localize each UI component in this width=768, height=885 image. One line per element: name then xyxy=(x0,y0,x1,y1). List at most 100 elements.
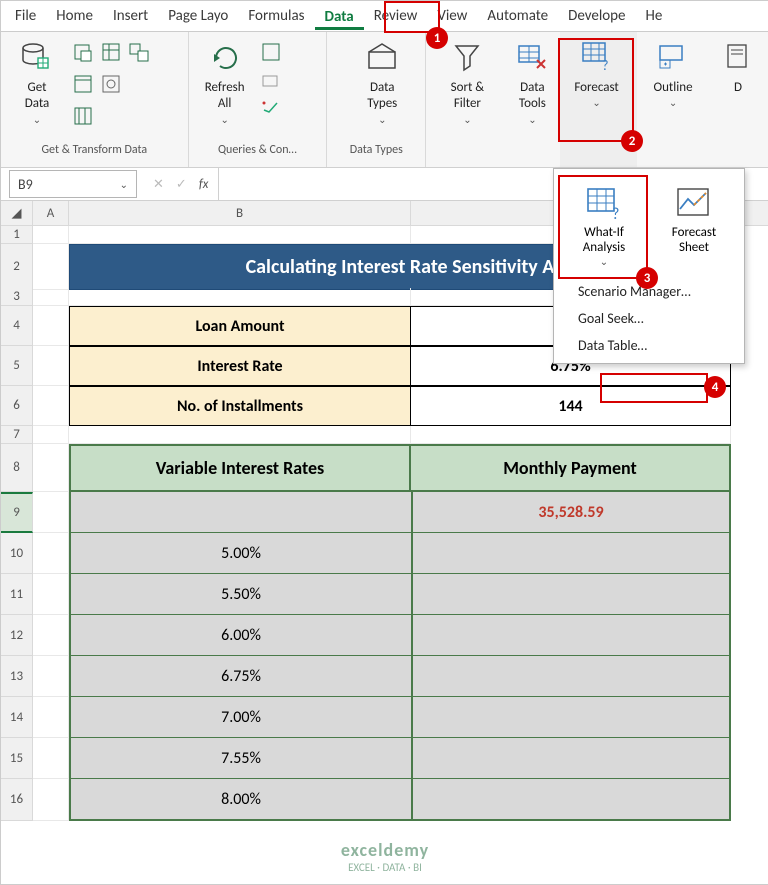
cell[interactable] xyxy=(33,426,69,444)
cell[interactable] xyxy=(33,574,69,615)
dt-cell-b[interactable]: 7.00% xyxy=(69,697,411,738)
cell[interactable] xyxy=(33,226,69,244)
tab-data[interactable]: Data xyxy=(315,4,364,30)
dt-cell-c[interactable] xyxy=(411,738,731,779)
row-header[interactable]: 3 xyxy=(1,288,33,306)
cell[interactable] xyxy=(33,615,69,656)
cancel-icon[interactable]: ✕ xyxy=(153,177,164,192)
tab-home[interactable]: Home xyxy=(46,3,103,29)
cell[interactable] xyxy=(411,426,731,444)
scenario-manager-item[interactable]: Scenario Manager… xyxy=(564,278,734,305)
loan-amount-label[interactable]: Loan Amount xyxy=(69,306,411,346)
q2-icon[interactable] xyxy=(261,74,281,92)
cell[interactable] xyxy=(33,533,69,574)
data-types-button[interactable]: Data Types ⌄ xyxy=(352,36,412,141)
q1-icon[interactable] xyxy=(261,42,281,66)
formula-bar-buttons[interactable]: ✕ ✓ fx xyxy=(143,168,219,200)
chevron-down-icon[interactable]: ⌄ xyxy=(120,178,128,191)
cell[interactable] xyxy=(33,306,69,346)
source2-icon[interactable] xyxy=(101,42,121,66)
dt-header-payment[interactable]: Monthly Payment xyxy=(411,444,731,492)
dt-cell-b[interactable]: 6.00% xyxy=(69,615,411,656)
source3-icon[interactable] xyxy=(129,42,149,66)
q3-icon[interactable] xyxy=(261,100,281,118)
extra-button[interactable]: D xyxy=(713,36,763,141)
queries-misc[interactable] xyxy=(255,36,287,124)
row-header[interactable]: 5 xyxy=(1,346,33,386)
row-header[interactable]: 2 xyxy=(1,244,33,290)
cell[interactable] xyxy=(33,346,69,386)
row-header[interactable]: 11 xyxy=(1,574,33,615)
data-table-item[interactable]: Data Table… xyxy=(564,332,734,359)
row-header[interactable]: 12 xyxy=(1,615,33,656)
table-row[interactable]: 13 6.75% xyxy=(1,656,768,697)
dt-header-rates[interactable]: Variable Interest Rates xyxy=(69,444,411,492)
row-header[interactable]: 8 xyxy=(1,444,33,492)
dt-cell-c[interactable] xyxy=(411,574,731,615)
cell[interactable] xyxy=(33,656,69,697)
dt-cell-b[interactable]: 6.75% xyxy=(69,656,411,697)
cell[interactable] xyxy=(33,779,69,821)
tab-review[interactable]: Review xyxy=(364,3,428,29)
cell[interactable] xyxy=(69,426,411,444)
tab-developer[interactable]: Develope xyxy=(558,3,635,29)
cell[interactable] xyxy=(33,492,69,533)
ribbon-tabs[interactable]: File Home Insert Page Layo Formulas Data… xyxy=(1,1,768,32)
row-header[interactable]: 9 xyxy=(1,492,33,533)
dt-cell-c[interactable] xyxy=(411,779,731,821)
table-row[interactable]: 14 7.00% xyxy=(1,697,768,738)
goal-seek-item[interactable]: Goal Seek… xyxy=(564,305,734,332)
table-row[interactable]: 10 5.00% xyxy=(1,533,768,574)
get-transform-misc-buttons[interactable] xyxy=(67,36,155,136)
dt-cell-c[interactable] xyxy=(411,697,731,738)
cell[interactable] xyxy=(33,386,69,426)
row-header[interactable]: 15 xyxy=(1,738,33,779)
tab-page-layout[interactable]: Page Layo xyxy=(158,3,238,29)
dt-cell-b[interactable]: 5.00% xyxy=(69,533,411,574)
cell[interactable] xyxy=(69,226,411,244)
table-row[interactable]: 11 5.50% xyxy=(1,574,768,615)
row-header[interactable]: 10 xyxy=(1,533,33,574)
installments-label[interactable]: No. of Installments xyxy=(69,386,411,426)
tab-automate[interactable]: Automate xyxy=(477,3,558,29)
sort-filter-button[interactable]: Sort & Filter ⌄ xyxy=(437,36,497,141)
tab-insert[interactable]: Insert xyxy=(103,3,158,29)
select-all-triangle[interactable]: ◢ xyxy=(1,201,33,225)
dt-cell-c[interactable]: 35,528.59 xyxy=(411,492,731,533)
tab-file[interactable]: File xyxy=(5,3,46,29)
forecast-dropdown-panel[interactable]: ? What-If Analysis ⌄ Forecast Sheet Scen… xyxy=(553,168,745,364)
cell[interactable] xyxy=(33,244,69,290)
row-header[interactable]: 6 xyxy=(1,386,33,426)
tab-view[interactable]: View xyxy=(427,3,477,29)
outline-button[interactable]: Outline ⌄ xyxy=(643,36,703,141)
refresh-all-button[interactable]: Refresh All ⌄ xyxy=(195,36,255,141)
col-header-b[interactable]: B xyxy=(69,201,411,225)
table-row[interactable]: 12 6.00% xyxy=(1,615,768,656)
confirm-icon[interactable]: ✓ xyxy=(176,177,187,192)
tab-formulas[interactable]: Formulas xyxy=(238,3,314,29)
row-header[interactable]: 14 xyxy=(1,697,33,738)
cell[interactable] xyxy=(69,288,411,306)
cell[interactable] xyxy=(33,444,69,492)
row-header[interactable]: 13 xyxy=(1,656,33,697)
tab-help[interactable]: He xyxy=(636,3,673,29)
row-header[interactable]: 7 xyxy=(1,426,33,444)
source-icon[interactable] xyxy=(73,42,93,66)
cell[interactable] xyxy=(33,738,69,779)
source5-icon[interactable] xyxy=(101,74,121,98)
get-data-button[interactable]: Get Data ⌄ xyxy=(7,36,67,141)
whatif-analysis-button[interactable]: ? What-If Analysis ⌄ xyxy=(562,181,646,272)
dt-cell-c[interactable] xyxy=(411,533,731,574)
data-tools-button[interactable]: Data Tools ⌄ xyxy=(502,36,562,141)
row-header[interactable]: 4 xyxy=(1,306,33,346)
dt-cell-c[interactable] xyxy=(411,615,731,656)
dt-cell-b[interactable] xyxy=(69,492,411,533)
cell[interactable] xyxy=(33,697,69,738)
col-header-a[interactable]: A xyxy=(33,201,69,225)
name-box[interactable]: B9 ⌄ xyxy=(9,170,137,198)
forecast-sheet-button[interactable]: Forecast Sheet xyxy=(652,181,736,272)
dt-cell-b[interactable]: 7.55% xyxy=(69,738,411,779)
table-row[interactable]: 16 8.00% xyxy=(1,779,768,821)
interest-rate-label[interactable]: Interest Rate xyxy=(69,346,411,386)
table-row[interactable]: 9 35,528.59 xyxy=(1,492,768,533)
